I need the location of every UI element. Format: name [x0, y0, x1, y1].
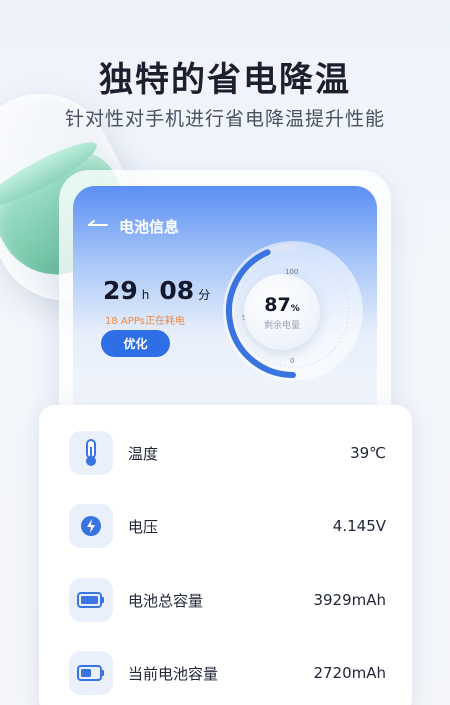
thermometer-icon: [86, 439, 96, 466]
time-minutes-unit: 分: [198, 288, 211, 302]
gauge-tick-0: 0: [290, 357, 295, 365]
list-item-temperature: 温度 39℃: [69, 431, 386, 475]
battery-percent-value: 87: [264, 293, 291, 316]
battery-info-screen: 电池信息 29 h 08 分 18 APPs正在耗电 优化 100 50 0: [73, 186, 377, 426]
current-capacity-label: 当前电池容量: [128, 664, 219, 683]
lightning-icon: [81, 516, 101, 536]
current-capacity-icon-box: [69, 651, 113, 695]
temperature-value: 39℃: [350, 444, 386, 462]
total-capacity-value: 3929mAh: [313, 591, 386, 609]
voltage-value: 4.145V: [332, 517, 386, 535]
battery-full-icon: [77, 592, 104, 608]
battery-half-icon: [77, 665, 104, 681]
battery-percent-unit: %: [290, 303, 300, 314]
apps-draining-text: 18 APPs正在耗电: [105, 316, 185, 327]
temperature-label: 温度: [128, 444, 159, 463]
battery-remaining-label: 剩余电量: [263, 320, 300, 331]
screen-title: 电池信息: [119, 218, 180, 236]
total-capacity-icon-box: [69, 578, 113, 622]
battery-details-card: 温度 39℃ 电压 4.145V 电池总容量 3929mAh 当前电池容量 27…: [39, 405, 412, 705]
list-item-total-capacity: 电池总容量 3929mAh: [69, 578, 386, 622]
current-capacity-value: 2720mAh: [313, 664, 386, 682]
battery-percent: 87%: [264, 294, 299, 316]
promo-headline: 独特的省电降温: [99, 60, 351, 100]
list-item-current-capacity: 当前电池容量 2720mAh: [69, 651, 386, 695]
optimize-button[interactable]: 优化: [101, 330, 170, 357]
back-arrow-icon[interactable]: [87, 218, 109, 232]
time-hours: 29: [103, 276, 138, 305]
temperature-icon-box: [69, 431, 113, 475]
list-item-voltage: 电压 4.145V: [69, 504, 386, 548]
time-minutes: 08: [159, 276, 195, 305]
gauge-center: 87% 剩余电量: [244, 274, 320, 350]
voltage-label: 电压: [128, 517, 159, 536]
time-hours-unit: h: [141, 288, 150, 302]
voltage-icon-box: [69, 504, 113, 548]
total-capacity-label: 电池总容量: [128, 591, 204, 610]
remaining-time: 29 h 08 分: [103, 276, 216, 305]
promo-subline: 针对性对手机进行省电降温提升性能: [64, 108, 385, 130]
